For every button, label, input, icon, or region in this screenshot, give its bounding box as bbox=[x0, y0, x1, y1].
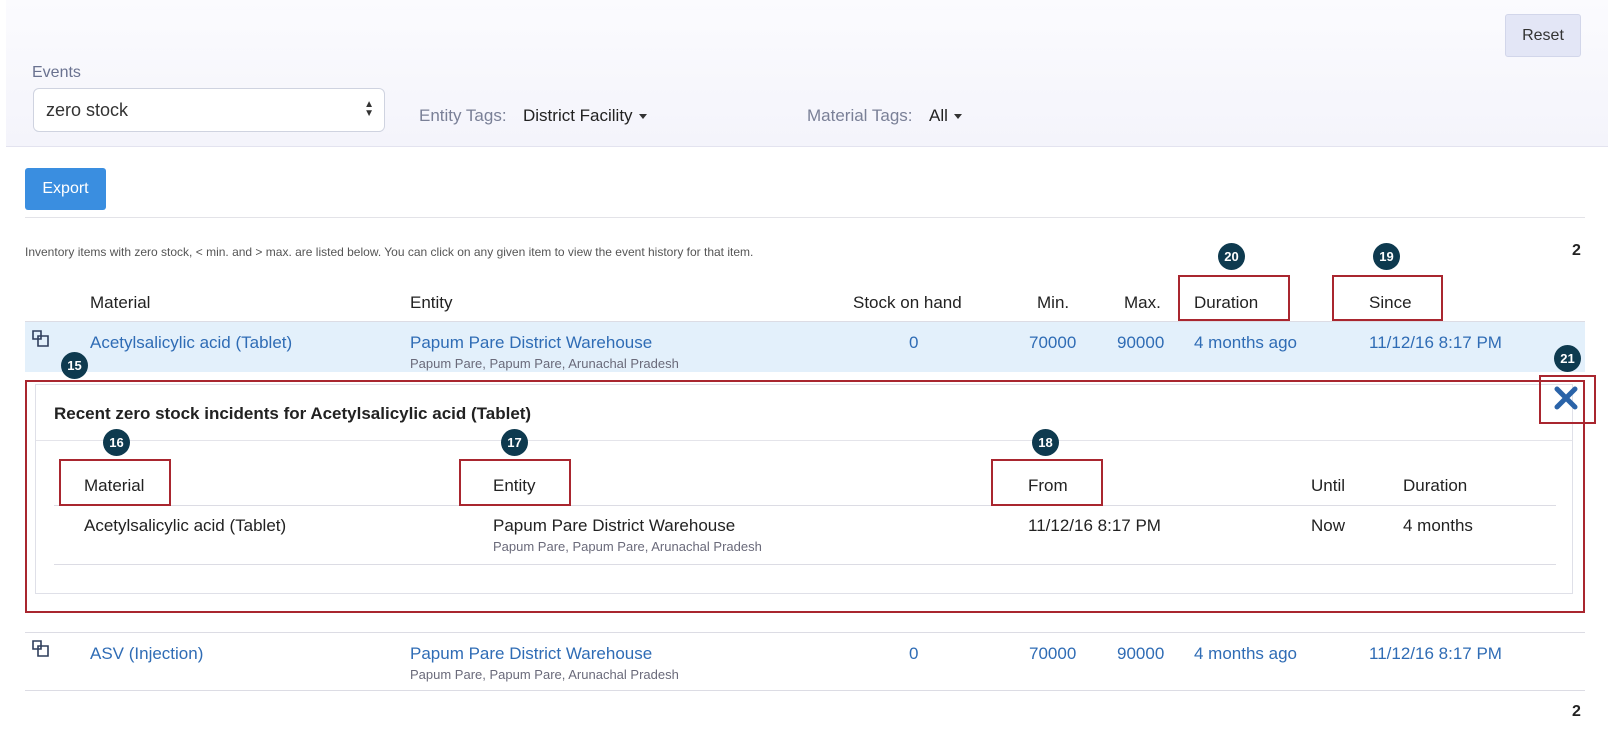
annotation-box-since bbox=[1332, 275, 1443, 321]
annotation-marker-17: 17 bbox=[501, 429, 528, 456]
row-min: 70000 bbox=[1029, 644, 1077, 663]
info-text: Inventory items with zero stock, < min. … bbox=[25, 245, 754, 259]
entity-tags-label: Entity Tags: bbox=[419, 106, 507, 125]
history-row-until: Now bbox=[1311, 516, 1346, 535]
history-header-duration: Duration bbox=[1403, 476, 1468, 495]
events-select[interactable]: zero stock ▲ ▼ bbox=[33, 88, 385, 132]
copy-icon[interactable] bbox=[30, 328, 52, 350]
row-entity-location: Papum Pare, Papum Pare, Arunachal Prades… bbox=[410, 667, 679, 682]
row-stock: 0 bbox=[909, 644, 919, 663]
events-select-value: zero stock bbox=[46, 99, 129, 120]
row-entity-location: Papum Pare, Papum Pare, Arunachal Prades… bbox=[410, 356, 679, 371]
entity-tags-dropdown[interactable]: District Facility bbox=[523, 106, 647, 126]
header-min: Min. bbox=[1037, 293, 1070, 312]
table-row[interactable] bbox=[25, 633, 1585, 689]
row-since: 11/12/16 8:17 PM bbox=[1369, 333, 1502, 352]
history-row-duration: 4 months bbox=[1403, 516, 1473, 535]
row-material-link[interactable]: Acetylsalicylic acid (Tablet) bbox=[90, 333, 292, 353]
item-count: 2 bbox=[1572, 242, 1581, 259]
annotation-marker-18: 18 bbox=[1032, 429, 1059, 456]
table-row-divider bbox=[25, 690, 1585, 691]
annotation-marker-15: 15 bbox=[61, 352, 88, 379]
history-row-location: Papum Pare, Papum Pare, Arunachal Prades… bbox=[493, 539, 762, 554]
row-entity-link[interactable]: Papum Pare District Warehouse bbox=[410, 644, 652, 664]
row-duration: 4 months ago bbox=[1194, 333, 1298, 352]
row-max: 90000 bbox=[1117, 644, 1165, 663]
row-entity-link[interactable]: Papum Pare District Warehouse bbox=[410, 333, 652, 353]
header-max: Max. bbox=[1124, 293, 1161, 312]
annotation-box-entity bbox=[459, 459, 571, 506]
annotation-box-duration bbox=[1178, 275, 1290, 321]
row-min: 70000 bbox=[1029, 333, 1077, 352]
annotation-marker-16: 16 bbox=[103, 429, 130, 456]
header-stock-on-hand: Stock on hand bbox=[853, 293, 962, 312]
history-title-divider bbox=[36, 440, 1572, 441]
row-since: 11/12/16 8:17 PM bbox=[1369, 644, 1502, 663]
history-row-material: Acetylsalicylic acid (Tablet) bbox=[84, 516, 287, 535]
row-material-link[interactable]: ASV (Injection) bbox=[90, 644, 203, 664]
annotation-marker-20: 20 bbox=[1218, 243, 1245, 270]
annotation-box-material bbox=[59, 459, 171, 506]
item-count-bottom: 2 bbox=[1572, 703, 1581, 720]
history-title: Recent zero stock incidents for Acetylsa… bbox=[54, 404, 532, 423]
entity-tags-value: District Facility bbox=[523, 106, 633, 125]
row-duration: 4 months ago bbox=[1194, 644, 1298, 663]
material-tags-label: Material Tags: bbox=[807, 106, 913, 125]
row-max: 90000 bbox=[1117, 333, 1165, 352]
caret-down-icon bbox=[638, 114, 647, 120]
close-icon[interactable] bbox=[1553, 385, 1579, 411]
reset-button[interactable]: Reset bbox=[1505, 14, 1581, 57]
annotation-marker-21: 21 bbox=[1554, 345, 1581, 372]
history-row-divider bbox=[54, 564, 1556, 565]
history-row-entity: Papum Pare District Warehouse bbox=[493, 516, 736, 535]
copy-icon[interactable] bbox=[30, 638, 52, 660]
header-material: Material bbox=[90, 293, 151, 312]
history-header-divider bbox=[54, 505, 1556, 506]
header-entity: Entity bbox=[410, 293, 453, 312]
annotation-marker-19: 19 bbox=[1373, 243, 1400, 270]
divider bbox=[25, 217, 1585, 218]
annotation-box-from bbox=[991, 459, 1103, 506]
material-tags-value: All bbox=[929, 106, 948, 125]
history-row-from: 11/12/16 8:17 PM bbox=[1028, 516, 1161, 535]
material-tags-dropdown[interactable]: All bbox=[929, 106, 962, 126]
caret-down-icon bbox=[953, 114, 962, 120]
history-header-until: Until bbox=[1311, 476, 1346, 495]
select-arrows-icon: ▲ ▼ bbox=[364, 99, 374, 119]
row-stock: 0 bbox=[909, 333, 919, 352]
export-button[interactable]: Export bbox=[25, 168, 106, 210]
events-label: Events bbox=[32, 64, 81, 81]
